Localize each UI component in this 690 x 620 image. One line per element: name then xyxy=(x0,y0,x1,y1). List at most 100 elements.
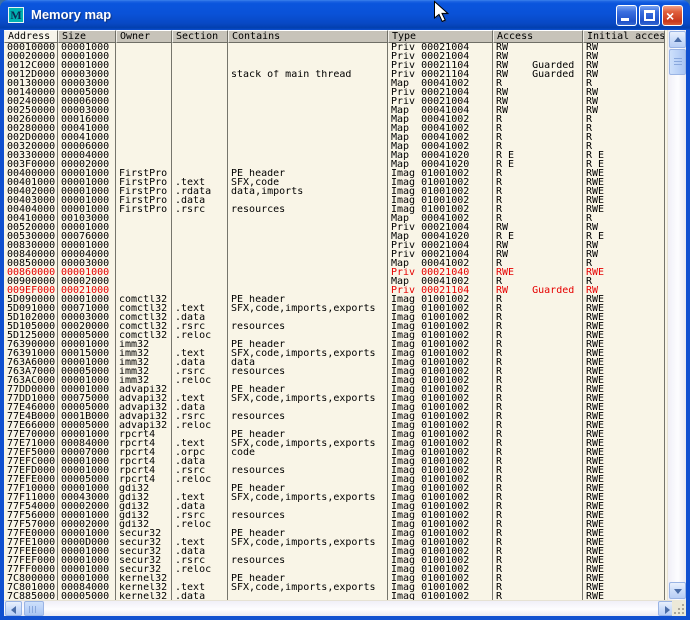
cell-type: Map 00041020 xyxy=(388,232,493,241)
cell-size: 00001000 xyxy=(58,223,116,232)
table-row[interactable]: 763A700000005000imm32.rsrcresourcesImag … xyxy=(4,367,666,376)
table-row[interactable]: 0041000000103000Map 00041002RR xyxy=(4,214,666,223)
maximize-button[interactable] xyxy=(639,5,660,26)
table-row[interactable]: 0025000000003000Map 00041004RWRW xyxy=(4,106,666,115)
column-header-initial-access[interactable]: Initial access xyxy=(583,30,665,43)
table-row[interactable]: 77EFC00000001000rpcrt4.dataImag 01001002… xyxy=(4,457,666,466)
cell-owner: comctl32 xyxy=(116,313,172,322)
title-bar[interactable]: M Memory map × xyxy=(0,0,690,30)
table-row[interactable]: 7639100000015000imm32.textSFX,code,impor… xyxy=(4,349,666,358)
table-row[interactable]: 77E4600000005000advapi32.dataImag 010010… xyxy=(4,403,666,412)
cell-size: 00001000 xyxy=(58,376,116,385)
table-row[interactable]: 77E4B0000001B000advapi32.rsrcresourcesIm… xyxy=(4,412,666,421)
cell-section: .text xyxy=(172,439,228,448)
table-row[interactable]: 77F5600000001000gdi32.rsrcresourcesImag … xyxy=(4,511,666,520)
table-row[interactable]: 5D09000000001000comctl32PE headerImag 01… xyxy=(4,295,666,304)
table-row[interactable]: 5D09100000071000comctl32.textSFX,code,im… xyxy=(4,304,666,313)
app-icon[interactable]: M xyxy=(8,7,24,23)
cell-type: Imag 01001002 xyxy=(388,367,493,376)
column-header-address[interactable]: Address xyxy=(4,30,58,43)
table-row[interactable]: 0040300000001000FirstPro.dataImag 010010… xyxy=(4,196,666,205)
table-row[interactable]: 77FEF00000001000secur32.rsrcresourcesIma… xyxy=(4,556,666,565)
table-row[interactable]: 5D10500000020000comctl32.rsrcresourcesIm… xyxy=(4,322,666,331)
table-row[interactable]: 77EF500000007000rpcrt4.orpccodeImag 0100… xyxy=(4,448,666,457)
table-row[interactable]: 0002000000001000Priv 00021004RWRW xyxy=(4,52,666,61)
table-row[interactable]: 0012D00000003000stack of main threadPriv… xyxy=(4,70,666,79)
table-row[interactable]: 77FE10000000D000secur32.textSFX,code,imp… xyxy=(4,538,666,547)
table-row[interactable]: 0040200000001000FirstPro.rdatadata,impor… xyxy=(4,187,666,196)
table-row[interactable]: 7639000000001000imm32PE headerImag 01001… xyxy=(4,340,666,349)
column-header-section[interactable]: Section xyxy=(172,30,228,43)
table-row[interactable]: 77FF000000001000secur32.relocImag 010010… xyxy=(4,565,666,574)
column-header-contains[interactable]: Contains xyxy=(228,30,388,43)
table-row[interactable]: 0052000000001000Priv 00021004RWRW xyxy=(4,223,666,232)
table-row[interactable]: 77FEE00000001000secur32.dataImag 0100100… xyxy=(4,547,666,556)
cell-access: R xyxy=(493,475,583,484)
table-row[interactable]: 77F1100000043000gdi32.textSFX,code,impor… xyxy=(4,493,666,502)
table-row[interactable]: 0090000000002000Map 00041002RR xyxy=(4,277,666,286)
horizontal-scrollbar[interactable] xyxy=(4,600,676,616)
scroll-left-button[interactable] xyxy=(5,601,22,616)
cell-size: 00005000 xyxy=(58,331,116,340)
table-row[interactable]: 77E7000000001000rpcrt4PE headerImag 0100… xyxy=(4,430,666,439)
cell-contains: PE header xyxy=(228,169,388,178)
table-row[interactable]: 0013000000003000Map 00041002RR xyxy=(4,79,666,88)
table-row[interactable]: 77E7100000084000rpcrt4.textSFX,code,impo… xyxy=(4,439,666,448)
horizontal-scrollbar-thumb[interactable] xyxy=(24,601,44,616)
vertical-scrollbar-thumb[interactable] xyxy=(669,49,686,75)
cell-address: 77E71000 xyxy=(4,439,58,448)
column-header-access[interactable]: Access xyxy=(493,30,583,43)
table-row[interactable]: 763A600000001000imm32.datadataImag 01001… xyxy=(4,358,666,367)
scroll-up-button[interactable] xyxy=(669,31,686,48)
column-header-type[interactable]: Type xyxy=(388,30,493,43)
table-row[interactable]: 003F000000002000Map 00041020R ER E xyxy=(4,160,666,169)
column-header-owner[interactable]: Owner xyxy=(116,30,172,43)
close-button[interactable]: × xyxy=(662,5,683,26)
cell-size: 00005000 xyxy=(58,592,116,600)
scroll-down-button[interactable] xyxy=(669,582,686,599)
table-row[interactable]: 77F5400000002000gdi32.dataImag 01001002R… xyxy=(4,502,666,511)
vertical-scrollbar[interactable] xyxy=(667,30,686,600)
cell-size: 00103000 xyxy=(58,214,116,223)
table-row[interactable]: 7C88500000005000kernel32.dataImag 010010… xyxy=(4,592,666,600)
table-row[interactable]: 0040000000001000FirstProPE headerImag 01… xyxy=(4,169,666,178)
table-row[interactable]: 0040100000001000FirstPro.textSFX,codeIma… xyxy=(4,178,666,187)
table-row[interactable]: 0024000000006000Priv 00021004RWRW xyxy=(4,97,666,106)
resize-grip[interactable] xyxy=(672,600,686,616)
table-row[interactable]: 77FE000000001000secur32PE headerImag 010… xyxy=(4,529,666,538)
table-row[interactable]: 002D000000041000Map 00041002RR xyxy=(4,133,666,142)
table-row[interactable]: 0012C00000001000Priv 00021104RW GuardedR… xyxy=(4,61,666,70)
table-row[interactable]: 0086000000001000Priv 00021040RWERWE xyxy=(4,268,666,277)
table-row[interactable]: 0053000000076000Map 00041020R ER E xyxy=(4,232,666,241)
minimize-button[interactable] xyxy=(616,5,637,26)
cell-section xyxy=(172,232,228,241)
table-row[interactable]: 0085000000003000Map 00041002RR xyxy=(4,259,666,268)
table-row[interactable]: 77EFD00000001000rpcrt4.rsrcresourcesImag… xyxy=(4,466,666,475)
table-row[interactable]: 5D10200000003000comctl32.dataImag 010010… xyxy=(4,313,666,322)
cell-initial-access: RWE xyxy=(583,196,665,205)
table-row[interactable]: 0028000000041000Map 00041002RR xyxy=(4,124,666,133)
cell-access: RW xyxy=(493,106,583,115)
table-row[interactable]: 0026000000016000Map 00041002RR xyxy=(4,115,666,124)
table-row[interactable]: 0040400000001000FirstPro.rsrcresourcesIm… xyxy=(4,205,666,214)
table-row[interactable]: 7C80100000084000kernel32.textSFX,code,im… xyxy=(4,583,666,592)
table-row[interactable]: 763AC00000001000imm32.relocImag 01001002… xyxy=(4,376,666,385)
table-row[interactable]: 0014000000005000Priv 00021004RWRW xyxy=(4,88,666,97)
table-row[interactable]: 0033000000004000Map 00041020R ER E xyxy=(4,151,666,160)
cell-contains: PE header xyxy=(228,484,388,493)
cell-access: R xyxy=(493,187,583,196)
table-row[interactable]: 0084000000004000Priv 00021004RWRW xyxy=(4,250,666,259)
table-row[interactable]: 77EFE00000005000rpcrt4.relocImag 0100100… xyxy=(4,475,666,484)
table-row[interactable]: 0032000000006000Map 00041002RR xyxy=(4,142,666,151)
table-row[interactable]: 77DD000000001000advapi32PE headerImag 01… xyxy=(4,385,666,394)
table-row[interactable]: 7C80000000001000kernel32PE headerImag 01… xyxy=(4,574,666,583)
table-row[interactable]: 009EF00000021000Priv 00021104RW GuardedR… xyxy=(4,286,666,295)
table-row[interactable]: 77DD100000075000advapi32.textSFX,code,im… xyxy=(4,394,666,403)
table-row[interactable]: 77F1000000001000gdi32PE headerImag 01001… xyxy=(4,484,666,493)
table-row[interactable]: 5D12500000005000comctl32.relocImag 01001… xyxy=(4,331,666,340)
table-row[interactable]: 0001000000001000Priv 00021004RWRW xyxy=(4,43,666,52)
table-row[interactable]: 77E6600000005000advapi32.relocImag 01001… xyxy=(4,421,666,430)
table-row[interactable]: 77F5700000002000gdi32.relocImag 01001002… xyxy=(4,520,666,529)
table-row[interactable]: 0083000000001000Priv 00021004RWRW xyxy=(4,241,666,250)
column-header-size[interactable]: Size xyxy=(58,30,116,43)
